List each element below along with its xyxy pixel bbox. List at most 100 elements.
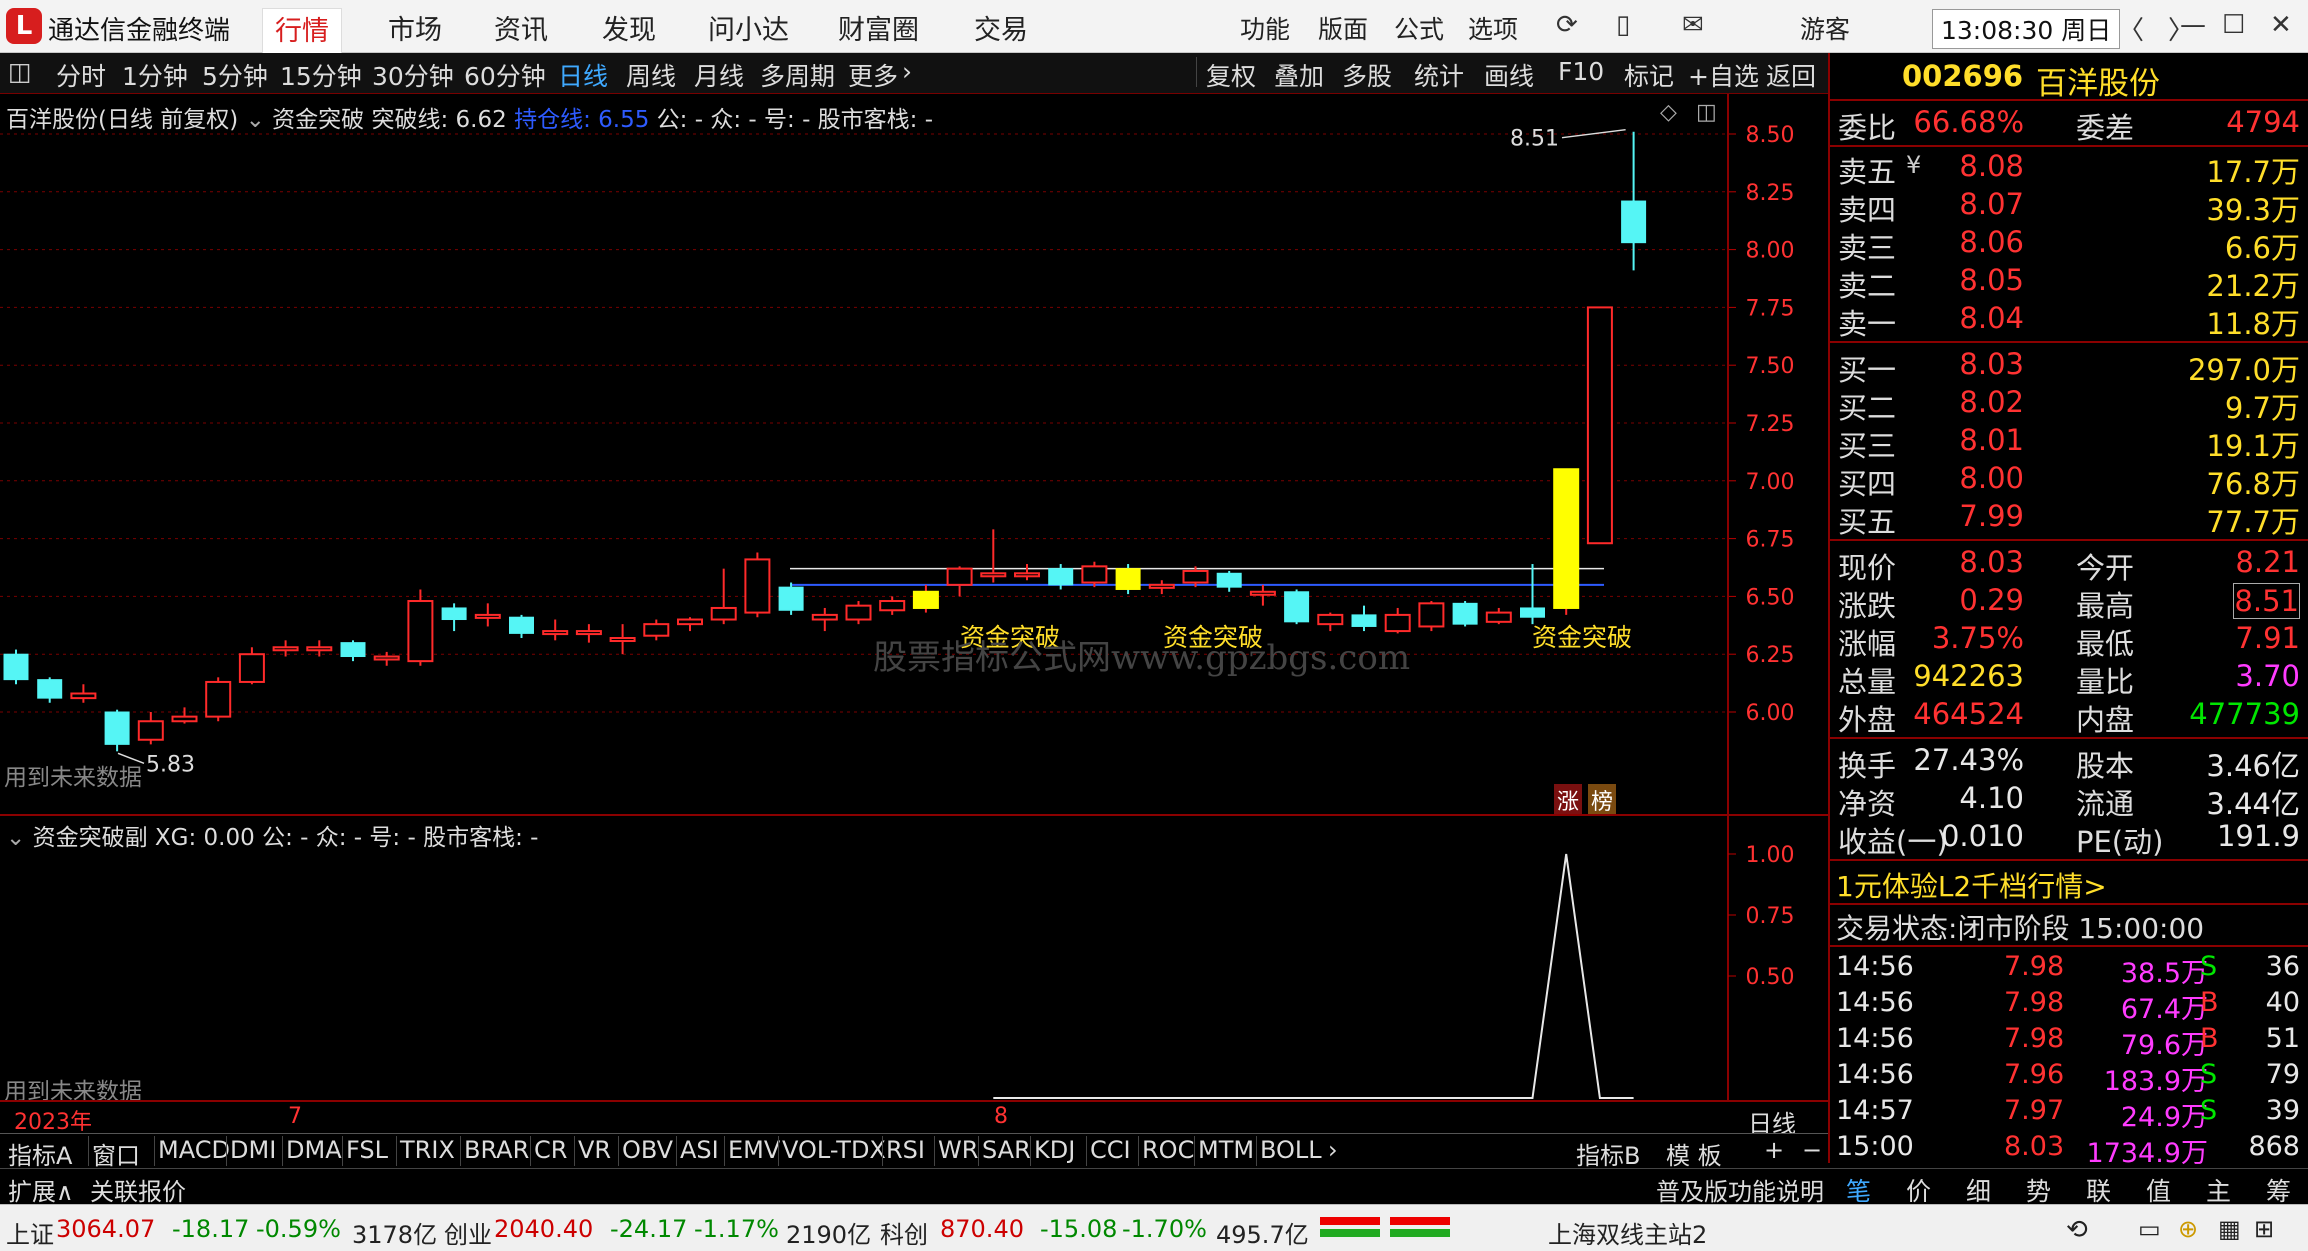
indicator-trix[interactable]: TRIX — [400, 1136, 455, 1164]
ask-row[interactable]: 卖四 8.07 39.3万 — [1834, 187, 2304, 227]
indicator-more-chevron-icon[interactable]: › — [1328, 1136, 1338, 1164]
chart-icon[interactable]: ▦ — [2218, 1215, 2241, 1243]
user-label[interactable]: 游客 — [1800, 10, 1850, 46]
indicator-b-button[interactable]: 指标B — [1576, 1136, 1640, 1171]
action-draw[interactable]: 画线 — [1484, 57, 1534, 93]
quote-tab[interactable]: 筹 — [2266, 1172, 2291, 1208]
quote-tab[interactable]: 细 — [1966, 1172, 1991, 1208]
indicator-brar[interactable]: BRAR — [464, 1136, 529, 1164]
kc-index-label[interactable]: 科创 — [880, 1215, 928, 1250]
back-arrow-icon[interactable]: 〈 — [2118, 10, 2144, 47]
action-add-watchlist[interactable]: +自选 — [1688, 57, 1759, 93]
badge-zhang[interactable]: 涨 — [1554, 784, 1583, 816]
indicator-obv[interactable]: OBV — [622, 1136, 673, 1164]
menu-layout[interactable]: 版面 — [1318, 10, 1368, 46]
indicator-vol-tdx[interactable]: VOL-TDX — [782, 1136, 886, 1164]
window-close-icon[interactable]: ✕ — [2270, 10, 2292, 40]
nav-tab-news[interactable]: 资讯 — [494, 8, 548, 47]
nav-tab-quotes[interactable]: 行情 — [262, 8, 342, 53]
menu-function[interactable]: 功能 — [1240, 10, 1290, 46]
server-name[interactable]: 上海双线主站2 — [1548, 1215, 1707, 1250]
period-60min[interactable]: 60分钟 — [464, 57, 546, 93]
indicator-asi[interactable]: ASI — [680, 1136, 719, 1164]
indicator-a-button[interactable]: 指标A — [8, 1136, 72, 1171]
help-link[interactable]: 普及版功能说明 — [1656, 1172, 1824, 1207]
expand-button[interactable]: 扩展∧ — [8, 1172, 74, 1207]
window-maximize-icon[interactable]: ☐ — [2222, 10, 2245, 40]
quote-tab[interactable]: 笔 — [1846, 1172, 1871, 1208]
indicator-fsl[interactable]: FSL — [346, 1136, 388, 1164]
panel-toggle-icon[interactable]: ◫ — [8, 57, 32, 86]
ask-row[interactable]: 卖一 8.04 11.8万 — [1834, 301, 2304, 341]
period-15min[interactable]: 15分钟 — [280, 57, 362, 93]
ask-row[interactable]: 卖五 ¥8.08 17.7万 — [1834, 149, 2304, 189]
quote-tab[interactable]: 主 — [2206, 1172, 2231, 1208]
period-30min[interactable]: 30分钟 — [372, 57, 454, 93]
indicator-roc[interactable]: ROC — [1142, 1136, 1194, 1164]
quote-tab[interactable]: 价 — [1906, 1172, 1931, 1208]
indicator-emv[interactable]: EMV — [728, 1136, 780, 1164]
ask-row[interactable]: 卖二 8.05 21.2万 — [1834, 263, 2304, 303]
indicator-kdj[interactable]: KDJ — [1034, 1136, 1075, 1164]
indicator-sar[interactable]: SAR — [982, 1136, 1031, 1164]
period-monthly[interactable]: 月线 — [694, 57, 744, 93]
candlestick-chart[interactable]: 8.50 8.25 8.00 7.75 7.50 7.25 7.00 6.75 6.50 6.25… — [0, 94, 1828, 816]
nav-tab-wealth[interactable]: 财富圈 — [838, 8, 919, 47]
indicator-boll[interactable]: BOLL — [1260, 1136, 1322, 1164]
period-5min[interactable]: 5分钟 — [202, 57, 268, 93]
indicator---[interactable]: 窗口 — [92, 1136, 140, 1171]
quote-tab[interactable]: 势 — [2026, 1172, 2051, 1208]
ask-row[interactable]: 卖三 8.06 6.6万 — [1834, 225, 2304, 265]
nav-tab-market[interactable]: 市场 — [388, 8, 442, 47]
l2-promo-link[interactable]: 1元体验L2千档行情> — [1836, 865, 2107, 905]
action-mark[interactable]: 标记 — [1624, 57, 1674, 93]
more-chevron-icon[interactable]: › — [902, 57, 912, 86]
menu-options[interactable]: 选项 — [1468, 10, 1518, 46]
indicator-rsi[interactable]: RSI — [886, 1136, 925, 1164]
period-more[interactable]: 更多 — [848, 57, 898, 93]
badge-bang[interactable]: 榜 — [1588, 784, 1617, 816]
indicator-dmi[interactable]: DMI — [230, 1136, 276, 1164]
indicator-vr[interactable]: VR — [578, 1136, 611, 1164]
nav-tab-ask[interactable]: 问小达 — [708, 8, 789, 47]
cy-index-label[interactable]: 创业 — [444, 1215, 492, 1250]
period-intraday[interactable]: 分时 — [56, 57, 106, 93]
indicator-mtm[interactable]: MTM — [1198, 1136, 1254, 1164]
related-quotes-button[interactable]: 关联报价 — [90, 1172, 186, 1207]
nav-tab-trade[interactable]: 交易 — [974, 8, 1028, 47]
lock-icon[interactable]: ⊕ — [2178, 1215, 2198, 1243]
bid-row[interactable]: 买一 8.03 297.0万 — [1834, 347, 2304, 387]
quote-tab[interactable]: 联 — [2086, 1172, 2111, 1208]
mail-icon[interactable]: ✉ — [1682, 10, 1704, 40]
template-button[interactable]: 模 板 — [1666, 1136, 1722, 1171]
zoom-in-icon[interactable]: + — [1764, 1136, 1784, 1164]
grid-icon[interactable]: ⊞ — [2254, 1215, 2274, 1243]
action-overlay[interactable]: 叠加 — [1274, 57, 1324, 93]
sync-icon[interactable]: ⟲ — [2066, 1215, 2088, 1245]
period-multi[interactable]: 多周期 — [760, 57, 835, 93]
action-back[interactable]: 返回 — [1766, 57, 1816, 93]
action-multi-stock[interactable]: 多股 — [1342, 57, 1392, 93]
period-daily[interactable]: 日线 — [558, 57, 608, 93]
indicator-macd[interactable]: MACD — [158, 1136, 230, 1164]
refresh-icon[interactable]: ⟳ — [1556, 10, 1578, 40]
action-f10[interactable]: F10 — [1558, 57, 1604, 86]
period-weekly[interactable]: 周线 — [626, 57, 676, 93]
indicator-dma[interactable]: DMA — [286, 1136, 342, 1164]
action-stats[interactable]: 统计 — [1414, 57, 1464, 93]
menu-formula[interactable]: 公式 — [1394, 10, 1444, 46]
period-1min[interactable]: 1分钟 — [122, 57, 188, 93]
indicator-wr[interactable]: WR — [938, 1136, 978, 1164]
action-adjust[interactable]: 复权 — [1206, 57, 1256, 93]
zoom-out-icon[interactable]: − — [1802, 1136, 1822, 1164]
nav-tab-discover[interactable]: 发现 — [602, 8, 656, 47]
indicator-cci[interactable]: CCI — [1090, 1136, 1131, 1164]
sh-index-label[interactable]: 上证 — [6, 1215, 54, 1250]
quote-tab[interactable]: 值 — [2146, 1172, 2171, 1208]
bid-row[interactable]: 买五 7.99 77.7万 — [1834, 499, 2304, 539]
bid-row[interactable]: 买四 8.00 76.8万 — [1834, 461, 2304, 501]
indicator-cr[interactable]: CR — [534, 1136, 567, 1164]
phone-icon[interactable]: ▯ — [1616, 10, 1630, 40]
bid-row[interactable]: 买二 8.02 9.7万 — [1834, 385, 2304, 425]
window-minimize-icon[interactable]: — — [2180, 10, 2206, 40]
